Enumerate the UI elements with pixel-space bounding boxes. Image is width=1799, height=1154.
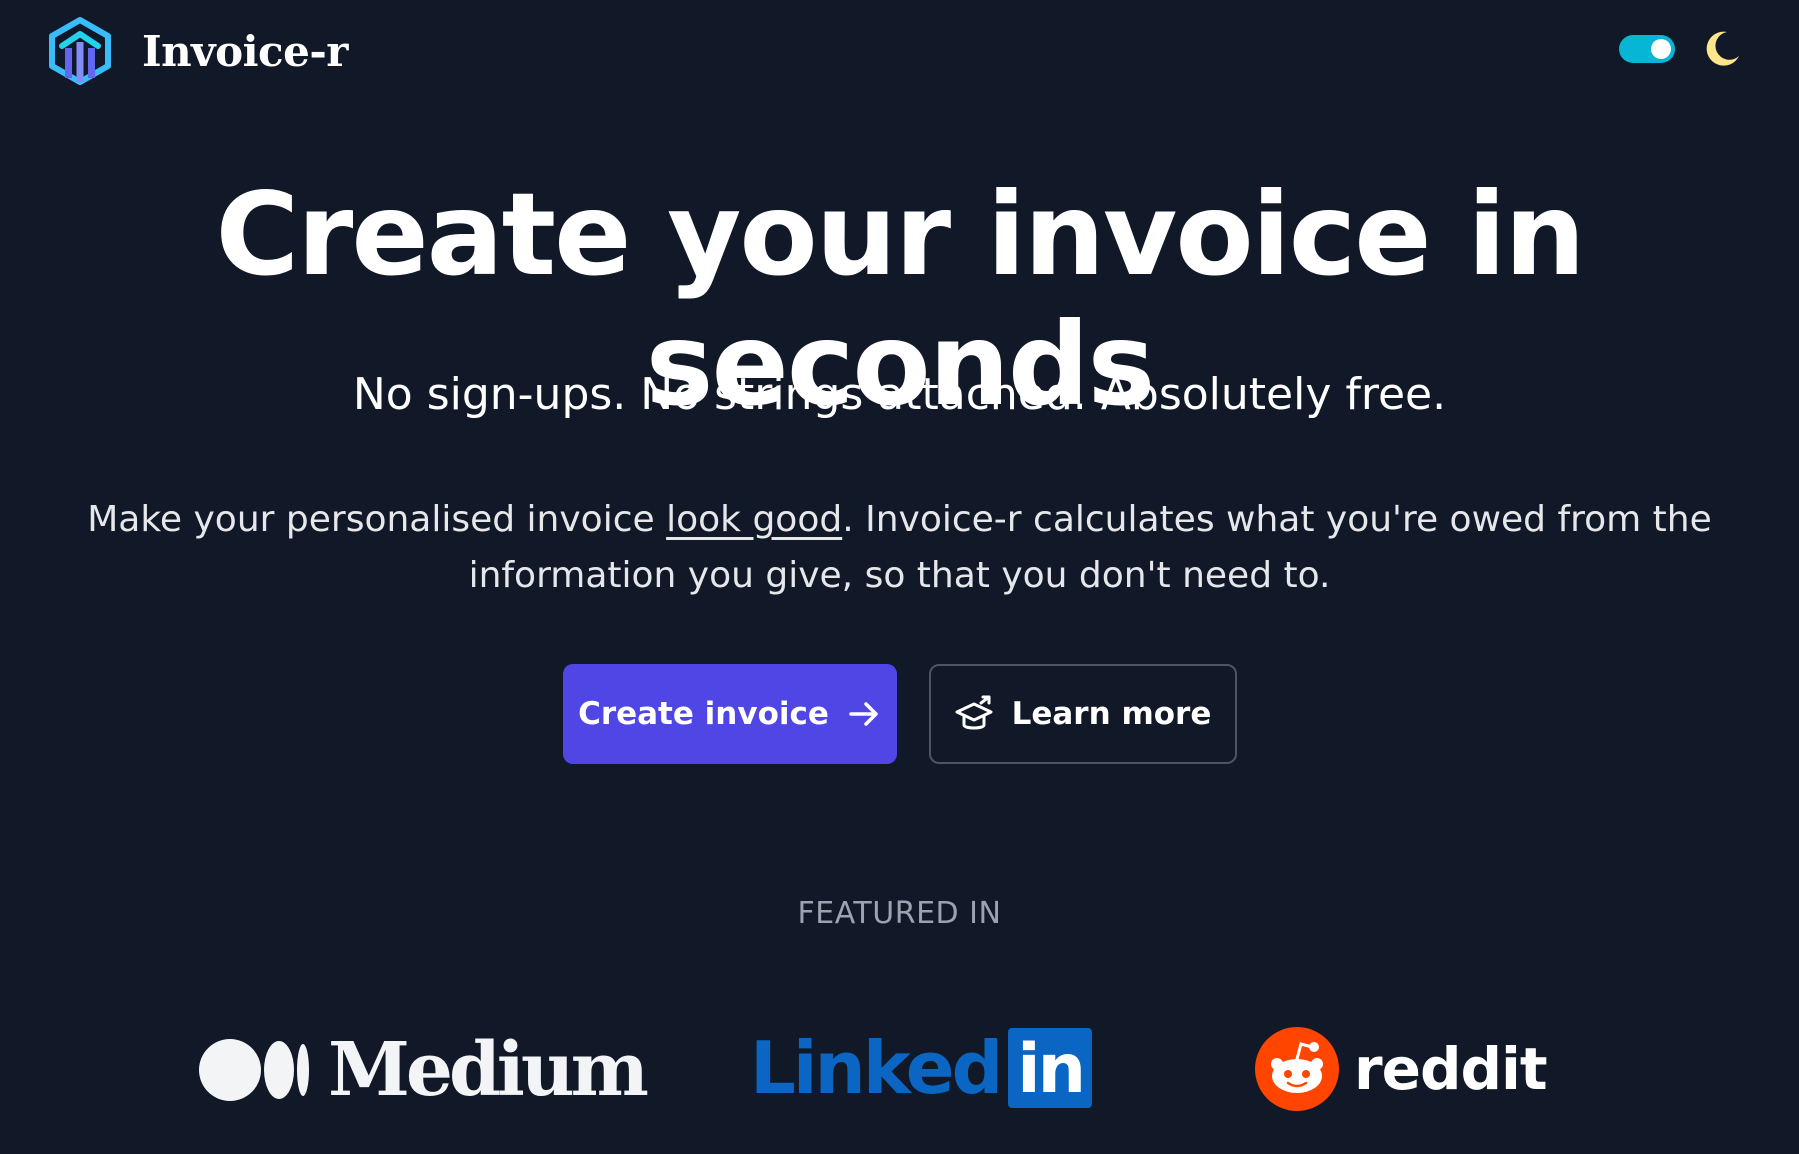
look-good-link[interactable]: look good [666,499,842,540]
linkedin-in-box: in [1008,1028,1093,1108]
arrow-right-icon [849,702,878,726]
graduation-cap-icon [955,695,993,730]
reddit-logo[interactable]: reddit [1254,1026,1548,1112]
brand-name: Invoice-r [142,26,348,76]
moon-icon[interactable] [1701,28,1743,70]
reddit-alien-icon [1255,1027,1339,1111]
invoice-r-logo-icon [49,17,111,85]
toggle-knob [1651,39,1671,59]
medium-dots-icon [199,1039,309,1101]
learn-more-label: Learn more [1011,696,1212,732]
hero-actions: Create invoice Learn more [0,664,1799,764]
featured-logos: Medium Linked in reddit [0,1020,1799,1120]
featured-in-label: FEATURED IN [797,896,1002,931]
theme-toggle[interactable] [1619,35,1675,63]
landing-page: Invoice-r Create your invoice in seconds… [0,0,1799,1154]
create-invoice-button[interactable]: Create invoice [562,664,897,764]
learn-more-button[interactable]: Learn more [928,664,1237,764]
theme-controls [1619,28,1743,70]
description-text-start: Make your personalised invoice [87,499,667,540]
reddit-wordmark: reddit [1354,1035,1548,1103]
site-header: Invoice-r [0,0,1799,104]
create-invoice-label: Create invoice [578,696,829,732]
linkedin-logo[interactable]: Linked in [750,1026,1093,1110]
hero-tagline: No sign-ups. No strings attached. Absolu… [352,369,1447,420]
home-logo-link[interactable]: Invoice-r [46,16,348,86]
medium-wordmark: Medium [328,1027,649,1113]
medium-logo[interactable]: Medium [198,1027,649,1113]
linkedin-wordmark: Linked [750,1026,1003,1110]
hero-description: Make your personalised invoice look good… [80,492,1719,604]
